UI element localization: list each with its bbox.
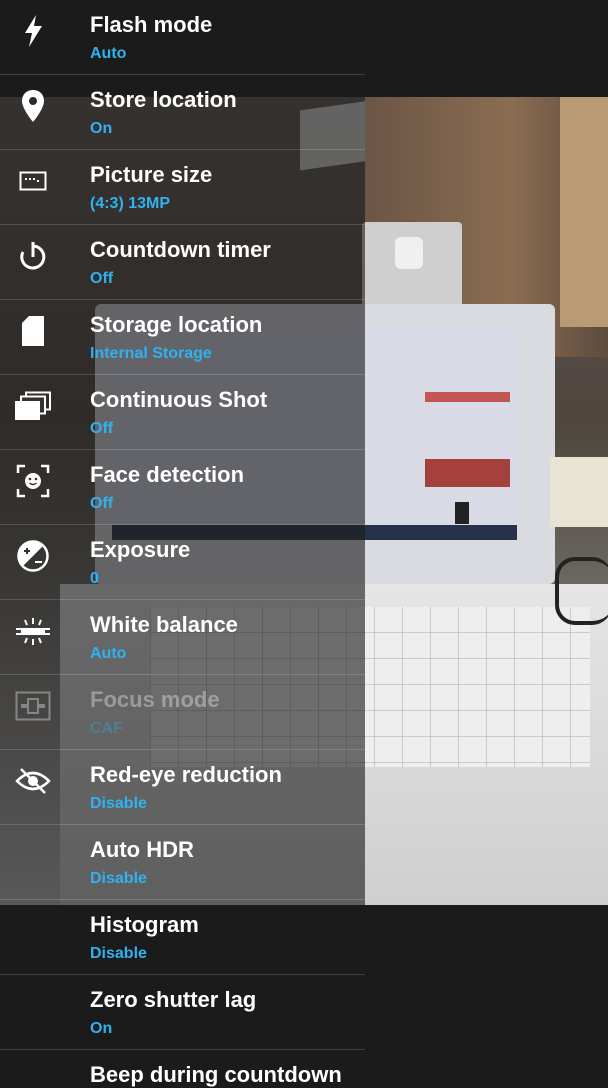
timer-icon — [14, 237, 52, 275]
sd-card-icon — [14, 312, 52, 350]
setting-value: Auto — [90, 45, 127, 62]
preview-plug — [395, 237, 423, 269]
setting-value: CAF — [90, 720, 123, 737]
red-eye-icon — [14, 762, 52, 800]
exposure-icon — [14, 537, 52, 575]
setting-value: On — [90, 1020, 113, 1037]
setting-zero-shutter-lag[interactable]: Zero shutter lag On — [0, 975, 365, 1050]
setting-value: (4:3) 13MP — [90, 195, 171, 212]
focus-mode-icon — [14, 687, 52, 725]
white-balance-icon — [14, 612, 52, 650]
setting-countdown-timer[interactable]: Countdown timer Off — [0, 225, 365, 300]
face-detection-icon — [14, 462, 52, 500]
setting-histogram[interactable]: Histogram Disable — [0, 900, 365, 975]
setting-auto-hdr[interactable]: Auto HDR Disable — [0, 825, 365, 900]
setting-value: 0 — [90, 570, 99, 587]
picture-size-icon — [14, 162, 52, 200]
setting-value: Disable — [90, 795, 147, 812]
setting-value: Disable — [90, 945, 147, 962]
setting-value: On — [90, 120, 113, 137]
setting-label: Auto HDR — [90, 837, 194, 862]
setting-flash-mode[interactable]: Flash mode Auto — [0, 0, 365, 75]
setting-picture-size[interactable]: Picture size (4:3) 13MP — [0, 150, 365, 225]
setting-label: Focus mode — [90, 687, 220, 712]
setting-label: Countdown timer — [90, 237, 271, 262]
setting-label: Exposure — [90, 537, 191, 562]
setting-label: Zero shutter lag — [90, 987, 257, 1012]
preview-screen-banner — [425, 459, 510, 487]
preview-phone — [455, 502, 469, 524]
setting-label: Continuous Shot — [90, 387, 268, 412]
setting-value: Internal Storage — [90, 345, 212, 362]
setting-value: Off — [90, 495, 114, 512]
setting-label: Flash mode — [90, 12, 213, 37]
setting-exposure[interactable]: Exposure 0 — [0, 525, 365, 600]
setting-label: Face detection — [90, 462, 245, 487]
setting-label: Store location — [90, 87, 237, 112]
setting-red-eye-reduction[interactable]: Red-eye reduction Disable — [0, 750, 365, 825]
setting-storage-location[interactable]: Storage location Internal Storage — [0, 300, 365, 375]
setting-focus-mode: Focus mode CAF — [0, 675, 365, 750]
location-pin-icon — [14, 87, 52, 125]
setting-value: Auto — [90, 645, 127, 662]
setting-value: Off — [90, 270, 114, 287]
setting-white-balance[interactable]: White balance Auto — [0, 600, 365, 675]
preview-door — [560, 97, 608, 327]
setting-continuous-shot[interactable]: Continuous Shot Off — [0, 375, 365, 450]
setting-label: Storage location — [90, 312, 263, 337]
setting-label: Red-eye reduction — [90, 762, 282, 787]
setting-beep-during-countdown[interactable]: Beep during countdown — [0, 1050, 365, 1087]
setting-store-location[interactable]: Store location On — [0, 75, 365, 150]
continuous-shot-icon — [14, 387, 52, 425]
preview-box — [550, 457, 608, 527]
setting-face-detection[interactable]: Face detection Off — [0, 450, 365, 525]
preview-cable — [555, 557, 608, 625]
setting-value: Off — [90, 420, 114, 437]
flash-icon — [14, 12, 52, 50]
setting-value: Disable — [90, 870, 147, 887]
preview-screen-bar — [425, 392, 510, 402]
settings-panel[interactable]: Flash mode Auto Store location On Pictur… — [0, 0, 365, 1087]
setting-label: Beep during countdown — [90, 1062, 342, 1087]
setting-label: Histogram — [90, 912, 199, 937]
setting-label: Picture size — [90, 162, 213, 187]
setting-label: White balance — [90, 612, 238, 637]
